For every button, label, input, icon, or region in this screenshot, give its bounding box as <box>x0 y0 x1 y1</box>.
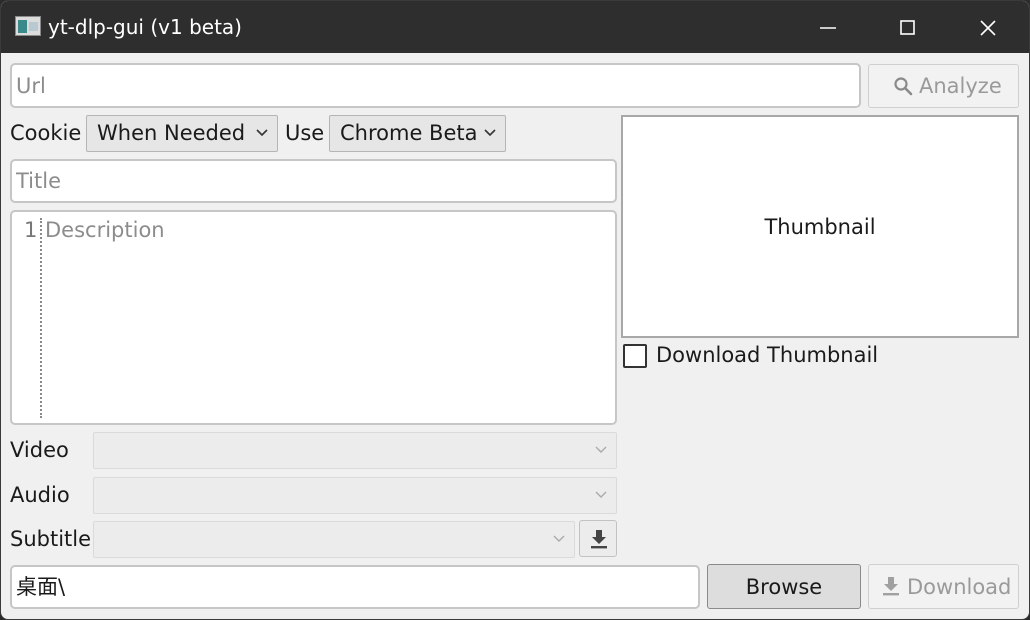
audio-format-select[interactable] <box>93 477 617 514</box>
chevron-down-icon <box>553 535 565 542</box>
analyze-button[interactable]: Analyze <box>868 64 1019 108</box>
subtitle-label: Subtitle <box>10 527 92 551</box>
close-icon <box>980 20 996 36</box>
subtitle-download-button[interactable] <box>579 520 617 557</box>
browse-label: Browse <box>745 575 823 599</box>
gutter-divider <box>40 218 42 418</box>
cookie-mode-value: When Needed <box>97 121 246 145</box>
maximize-icon <box>900 20 915 35</box>
chevron-down-icon <box>256 129 268 137</box>
chevron-down-icon <box>595 491 607 498</box>
video-label: Video <box>10 438 69 462</box>
output-path-field[interactable]: 桌面\ <box>10 565 700 609</box>
browser-value: Chrome Beta <box>340 121 478 145</box>
thumbnail-placeholder: Thumbnail <box>764 215 876 239</box>
browser-select[interactable]: Chrome Beta <box>329 115 506 152</box>
download-icon <box>591 530 607 549</box>
app-icon <box>15 16 41 36</box>
search-icon <box>894 77 913 96</box>
window-title: yt-dlp-gui (v1 beta) <box>48 15 242 39</box>
video-format-select[interactable] <box>93 432 617 469</box>
audio-label: Audio <box>10 483 70 507</box>
use-label: Use <box>285 121 325 145</box>
url-field[interactable] <box>10 63 861 108</box>
title-input[interactable] <box>16 161 609 201</box>
download-label: Download <box>907 575 1012 599</box>
output-path-value: 桌面\ <box>16 575 66 599</box>
download-thumbnail-checkbox[interactable] <box>623 344 647 368</box>
download-icon <box>883 577 899 596</box>
description-placeholder: Description <box>45 218 165 242</box>
close-button[interactable] <box>947 1 1027 53</box>
app-window: yt-dlp-gui (v1 beta) Analyze Cook <box>0 0 1030 620</box>
url-input[interactable] <box>16 65 853 106</box>
download-button[interactable]: Download <box>868 564 1019 609</box>
chevron-down-icon <box>595 446 607 453</box>
cookie-mode-select[interactable]: When Needed <box>86 115 278 152</box>
title-bar[interactable]: yt-dlp-gui (v1 beta) <box>1 1 1029 53</box>
maximize-button[interactable] <box>867 1 947 53</box>
minimize-button[interactable] <box>787 1 867 53</box>
title-field[interactable] <box>10 159 617 203</box>
chevron-down-icon <box>484 129 496 137</box>
line-number: 1 <box>24 218 38 242</box>
analyze-label: Analyze <box>919 74 1002 98</box>
cookie-label: Cookie <box>10 121 82 145</box>
download-thumbnail-label: Download Thumbnail <box>656 343 879 367</box>
minimize-icon <box>820 27 836 29</box>
description-editor[interactable]: 1 Description <box>10 210 617 425</box>
thumbnail-preview: Thumbnail <box>621 115 1019 338</box>
browse-button[interactable]: Browse <box>707 564 861 609</box>
subtitle-select[interactable] <box>93 521 575 558</box>
